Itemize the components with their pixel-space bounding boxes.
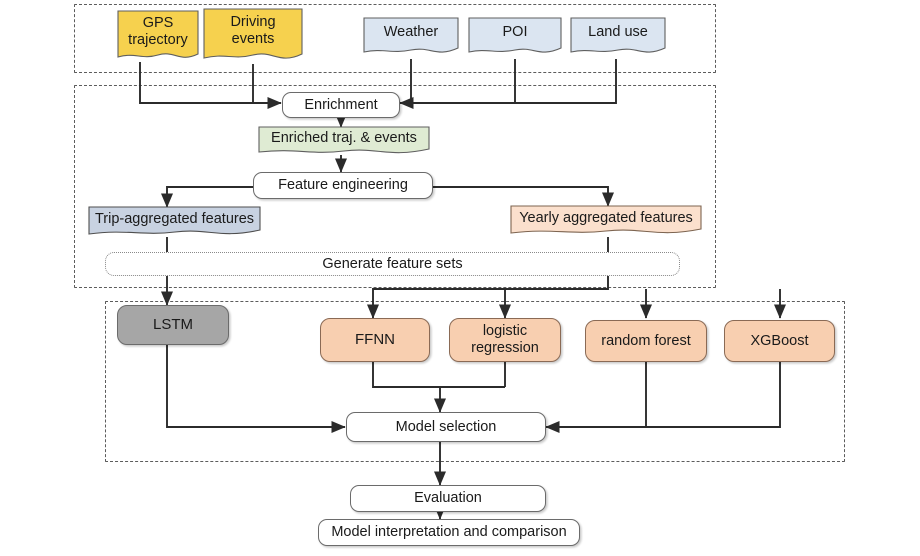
flowchart-canvas: GPS trajectory Driving events Weather PO… bbox=[0, 0, 920, 556]
node-evaluation[interactable]: Evaluation bbox=[350, 485, 546, 512]
xgboost-label: XGBoost bbox=[750, 332, 809, 349]
node-generate-feature-sets[interactable]: Generate feature sets bbox=[105, 252, 680, 276]
node-yearly-aggregated-features[interactable]: Yearly aggregated features bbox=[510, 205, 702, 239]
node-driving-events[interactable]: Driving events bbox=[203, 8, 303, 66]
node-trip-aggregated-features[interactable]: Trip-aggregated features bbox=[88, 206, 261, 240]
node-logistic-regression[interactable]: logistic regression bbox=[449, 318, 561, 362]
logistic-regression-label-line1: logistic bbox=[482, 323, 528, 340]
model-selection-label: Model selection bbox=[395, 418, 497, 435]
node-xgboost[interactable]: XGBoost bbox=[724, 320, 835, 362]
yearly-aggregated-features-label: Yearly aggregated features bbox=[519, 209, 693, 226]
model-interpretation-label: Model interpretation and comparison bbox=[331, 524, 567, 541]
feature-engineering-label: Feature engineering bbox=[278, 177, 408, 194]
gps-trajectory-label-line1: GPS bbox=[142, 14, 174, 31]
driving-events-label-line1: Driving bbox=[230, 13, 276, 30]
node-model-interpretation[interactable]: Model interpretation and comparison bbox=[318, 519, 580, 546]
node-gps-trajectory[interactable]: GPS trajectory bbox=[117, 10, 199, 64]
node-model-selection[interactable]: Model selection bbox=[346, 412, 546, 442]
enrichment-label: Enrichment bbox=[304, 96, 378, 113]
node-land-use[interactable]: Land use bbox=[570, 17, 666, 59]
generate-feature-sets-label: Generate feature sets bbox=[322, 255, 463, 272]
enriched-traj-events-label: Enriched traj. & events bbox=[271, 130, 417, 147]
logistic-regression-label-line2: regression bbox=[471, 340, 539, 356]
node-lstm[interactable]: LSTM bbox=[117, 305, 229, 345]
trip-aggregated-features-label: Trip-aggregated features bbox=[94, 210, 255, 227]
node-feature-engineering[interactable]: Feature engineering bbox=[253, 172, 433, 199]
lstm-label: LSTM bbox=[152, 316, 193, 334]
ffnn-label: FFNN bbox=[355, 331, 395, 349]
land-use-label: Land use bbox=[588, 24, 648, 41]
driving-events-label-line2: events bbox=[231, 31, 275, 47]
random-forest-label: random forest bbox=[601, 332, 691, 349]
node-ffnn[interactable]: FFNN bbox=[320, 318, 430, 362]
weather-label: Weather bbox=[383, 24, 439, 41]
evaluation-label: Evaluation bbox=[414, 490, 482, 507]
node-random-forest[interactable]: random forest bbox=[585, 320, 707, 362]
node-weather[interactable]: Weather bbox=[363, 17, 459, 59]
poi-label: POI bbox=[502, 24, 528, 41]
node-enrichment[interactable]: Enrichment bbox=[282, 92, 400, 118]
node-enriched-traj-events[interactable]: Enriched traj. & events bbox=[258, 126, 430, 158]
gps-trajectory-label-line2: trajectory bbox=[128, 32, 188, 48]
node-poi[interactable]: POI bbox=[468, 17, 562, 59]
connector-wires bbox=[139, 59, 787, 520]
